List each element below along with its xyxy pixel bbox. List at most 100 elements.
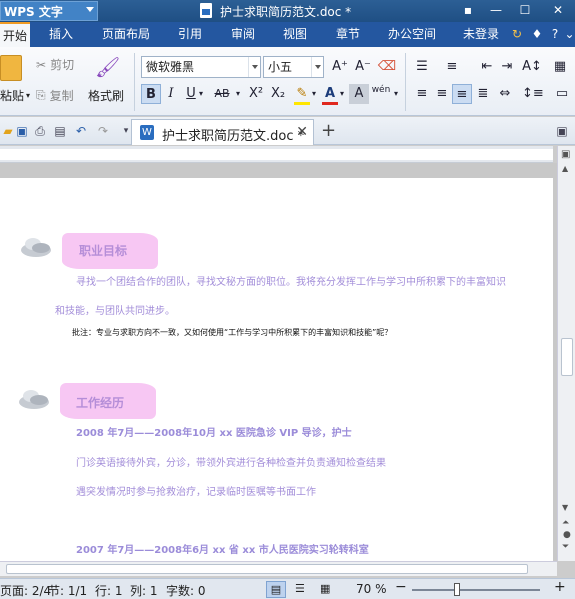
paragraph-line: 寻找一个团结合作的团队，寻找文秘方面的职位。我将充分发挥工作与学习中所积累下的丰… — [76, 277, 506, 288]
scroll-down-icon[interactable]: ▼ — [562, 503, 568, 512]
chevron-down-icon[interactable]: ▾ — [391, 84, 401, 104]
tab-view[interactable]: 视图 — [275, 22, 315, 47]
format-painter-label: 格式刷 — [88, 89, 125, 103]
chevron-down-icon[interactable]: ▾ — [233, 84, 243, 104]
numbered-list-icon[interactable]: ≡ — [442, 57, 462, 77]
chevron-down-icon — [311, 57, 323, 77]
zoom-level[interactable]: 70 % — [356, 582, 387, 596]
scroll-up-icon[interactable]: ▲ — [562, 164, 568, 173]
login-link[interactable]: 未登录 — [455, 22, 507, 47]
align-center-icon[interactable]: ≡ — [432, 84, 452, 104]
grow-font-icon[interactable]: A⁺ — [330, 57, 350, 77]
status-section: 节: 1/1 — [48, 584, 88, 598]
align-right-icon[interactable]: ≡ — [452, 84, 472, 104]
next-page-icon[interactable]: ⏷ — [562, 542, 569, 552]
help-icon[interactable]: ? — [548, 22, 562, 47]
previous-page-icon[interactable]: ⏶ — [562, 518, 569, 528]
italic-button[interactable]: I — [161, 84, 181, 104]
tab-references[interactable]: 引用 — [170, 22, 210, 47]
web-view-icon[interactable]: ▦ — [320, 582, 330, 595]
chevron-down-icon[interactable]: ▾ — [337, 84, 347, 104]
increase-indent-icon[interactable]: ⇥ — [497, 57, 517, 77]
chevron-down-icon[interactable]: ▾ — [196, 84, 206, 104]
document-page[interactable]: 职业目标 寻找一个团结合作的团队，寻找文秘方面的职位。我将充分发挥工作与学习中所… — [0, 178, 553, 561]
subscript-button[interactable]: X₂ — [267, 84, 289, 104]
app-name: WPS 文字 — [4, 4, 63, 19]
paste-button[interactable]: 粘贴 ▾ — [0, 87, 30, 104]
format-painter-button[interactable]: 格式刷 — [88, 87, 124, 104]
vertical-scroll-thumb[interactable] — [561, 338, 573, 376]
panel-toggle-icon[interactable]: ▣ — [554, 123, 570, 139]
skin-icon[interactable]: ▪ — [459, 2, 477, 19]
chevron-down-icon[interactable]: ▾ — [309, 84, 319, 104]
horizontal-scrollbar[interactable] — [0, 561, 557, 576]
tab-office-space[interactable]: 办公空间 — [383, 22, 441, 47]
document-workspace: 职业目标 寻找一个团结合作的团队，寻找文秘方面的职位。我将充分发挥工作与学习中所… — [0, 163, 557, 561]
undo-icon[interactable]: ↶ — [73, 123, 89, 139]
superscript-button[interactable]: X² — [245, 84, 267, 104]
ruler-paper — [0, 149, 553, 160]
redo-icon[interactable]: ↷ — [95, 123, 111, 139]
line-spacing-icon[interactable]: ↕≡ — [522, 84, 544, 104]
close-icon[interactable]: ✕ — [549, 2, 567, 19]
job-heading: 2007 年7月——2008年6月 xx 省 xx 市人民医院实习轮转科室 — [76, 545, 369, 556]
cut-button[interactable]: ✂ 剪切 — [36, 56, 74, 73]
font-size-select[interactable]: 小五 — [263, 56, 324, 78]
distribute-icon[interactable]: ⇔ — [495, 84, 515, 104]
save-icon[interactable]: ▣ — [14, 123, 30, 139]
chevron-down-icon: ▾ — [26, 91, 31, 100]
zoom-slider-thumb[interactable] — [454, 583, 460, 596]
clear-format-icon[interactable]: ⌫ — [377, 57, 397, 77]
zoom-slider[interactable] — [412, 589, 540, 591]
tab-home[interactable]: 开始 — [0, 22, 30, 47]
minimize-icon[interactable]: — — [487, 2, 505, 19]
strikethrough-button[interactable]: AB — [211, 84, 233, 104]
outline-view-icon[interactable]: ☰ — [295, 582, 305, 595]
new-tab-icon[interactable]: + — [321, 120, 336, 141]
status-word-count[interactable]: 字数: 0 — [166, 582, 206, 599]
zoom-out-icon[interactable]: − — [395, 579, 407, 595]
font-size-value: 小五 — [268, 60, 293, 74]
borders-icon[interactable]: ▭ — [552, 84, 572, 104]
shirt-icon[interactable]: ♦ — [530, 22, 544, 47]
quick-access-bar: ▰ ▣ ⎙ ▤ ↶ ↷ ▾ W 护士求职简历范文.doc * ✕ + ▣ — [0, 117, 575, 145]
paste-icon[interactable] — [0, 55, 22, 81]
decrease-indent-icon[interactable]: ⇤ — [477, 57, 497, 77]
bullet-list-icon[interactable]: ☰ — [412, 57, 432, 77]
table-icon[interactable]: ▦ — [550, 57, 570, 77]
cut-label: 剪切 — [50, 58, 75, 72]
browse-object-icon[interactable]: ● — [563, 530, 571, 540]
more-icon[interactable]: ⌄ — [564, 22, 575, 47]
print-preview-icon[interactable]: ▤ — [52, 123, 68, 139]
justify-icon[interactable]: ≣ — [473, 84, 493, 104]
status-bar: 页面: 2/4 节: 1/1 行: 1 列: 1 字数: 0 ▤ ☰ ▦ 70 … — [0, 578, 575, 599]
tab-insert[interactable]: 插入 — [41, 22, 81, 47]
nurse-figure-icon — [21, 238, 51, 257]
tab-review[interactable]: 审阅 — [223, 22, 263, 47]
tab-chapter[interactable]: 章节 — [328, 22, 368, 47]
maximize-icon[interactable]: ☐ — [516, 2, 534, 19]
horizontal-scroll-thumb[interactable] — [6, 564, 528, 574]
close-tab-icon[interactable]: ✕ — [296, 124, 308, 140]
shrink-font-icon[interactable]: A⁻ — [353, 57, 373, 77]
document-icon — [200, 3, 212, 18]
divider — [134, 53, 135, 111]
refresh-icon[interactable]: ↻ — [510, 22, 524, 47]
zoom-in-icon[interactable]: + — [554, 579, 566, 595]
bold-button[interactable]: B — [141, 84, 161, 104]
phonetic-guide-button[interactable]: wén — [371, 84, 391, 104]
font-name-select[interactable]: 微软雅黑 — [141, 56, 261, 78]
tab-document-label: 护士求职简历范文.doc * — [162, 129, 305, 144]
tab-document[interactable]: W 护士求职简历范文.doc * ✕ — [131, 119, 314, 145]
split-icon[interactable]: ▣ — [561, 149, 573, 161]
print-icon[interactable]: ⎙ — [32, 123, 48, 139]
page-view-icon[interactable]: ▤ — [266, 581, 286, 598]
app-menu-button[interactable]: WPS 文字 — [0, 1, 98, 21]
vertical-scrollbar[interactable]: ▣ ▲ ▼ ⏶ ● ⏷ — [557, 146, 575, 561]
copy-button[interactable]: ⎘ 复制 — [36, 87, 74, 104]
section-title-work-experience: 工作经历 — [76, 396, 125, 410]
tab-page-layout[interactable]: 页面布局 — [96, 22, 156, 47]
align-left-icon[interactable]: ≡ — [412, 84, 432, 104]
text-direction-icon[interactable]: A↕ — [522, 57, 542, 77]
char-shading-button[interactable]: A — [349, 84, 369, 104]
